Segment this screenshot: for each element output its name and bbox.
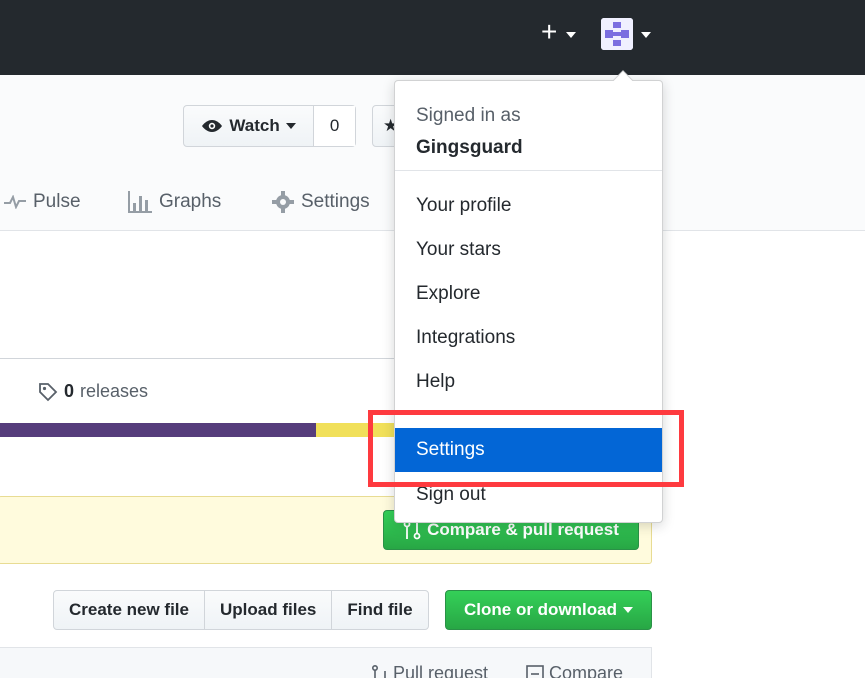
file-actions-group: Create new file Upload files Find file [53, 590, 429, 630]
watch-label: Watch [229, 116, 280, 135]
compare-link[interactable]: Compare [526, 663, 623, 678]
eye-icon [202, 120, 223, 132]
gear-icon [272, 191, 294, 213]
pull-request-link[interactable]: Pull request [372, 663, 488, 678]
clone-or-download-button[interactable]: Clone or download [445, 590, 652, 630]
new-dropdown-caret-icon[interactable] [566, 32, 576, 38]
clone-caret-icon [623, 607, 633, 613]
graph-icon [128, 191, 152, 213]
tab-graphs[interactable]: Graphs [128, 191, 221, 213]
clone-label: Clone or download [464, 600, 617, 619]
git-compare-icon [403, 520, 421, 540]
tab-graphs-label: Graphs [159, 191, 222, 212]
menu-item-your-stars[interactable]: Your stars [395, 228, 662, 272]
compare-label: Compare [549, 663, 624, 678]
tab-settings[interactable]: Settings [272, 191, 370, 213]
tab-settings-label: Settings [301, 191, 370, 212]
watch-caret-icon [285, 123, 296, 129]
menu-item-explore[interactable]: Explore [395, 272, 662, 316]
upload-files-button[interactable]: Upload files [204, 591, 331, 629]
diff-icon [526, 664, 544, 678]
create-new-file-button[interactable]: Create new file [54, 591, 204, 629]
tab-pulse-label: Pulse [33, 191, 81, 212]
signed-in-label: Signed in as [416, 105, 521, 126]
watch-button-group: Watch 0 [183, 105, 356, 147]
plus-icon[interactable]: + [541, 18, 557, 46]
dropdown-divider [395, 170, 662, 171]
pulse-icon [4, 195, 26, 209]
menu-item-integrations[interactable]: Integrations [395, 316, 662, 360]
find-file-button[interactable]: Find file [331, 591, 427, 629]
user-avatar[interactable] [601, 18, 633, 50]
watch-count[interactable]: 0 [313, 106, 355, 146]
compare-label: Compare & pull request [427, 520, 619, 539]
releases-label: releases [80, 381, 149, 401]
language-bar-segment-1[interactable] [0, 423, 316, 437]
menu-item-help[interactable]: Help [395, 360, 662, 404]
identicon-avatar-icon [601, 18, 633, 50]
pull-request-label: Pull request [393, 663, 489, 678]
releases-count: 0 [64, 381, 75, 401]
pull-request-icon [372, 664, 386, 678]
signed-in-username: Gingsguard [416, 137, 523, 158]
settings-highlight-annotation [368, 410, 684, 487]
user-menu-caret-icon[interactable] [641, 32, 651, 38]
tag-icon [39, 382, 58, 401]
releases-link[interactable]: 0 releases [38, 381, 148, 402]
watch-button[interactable]: Watch [184, 106, 313, 146]
signed-in-header: Signed in as Gingsguard [416, 100, 523, 164]
menu-item-your-profile[interactable]: Your profile [395, 184, 662, 228]
top-header: + [0, 0, 865, 75]
tab-pulse[interactable]: Pulse [4, 191, 81, 213]
